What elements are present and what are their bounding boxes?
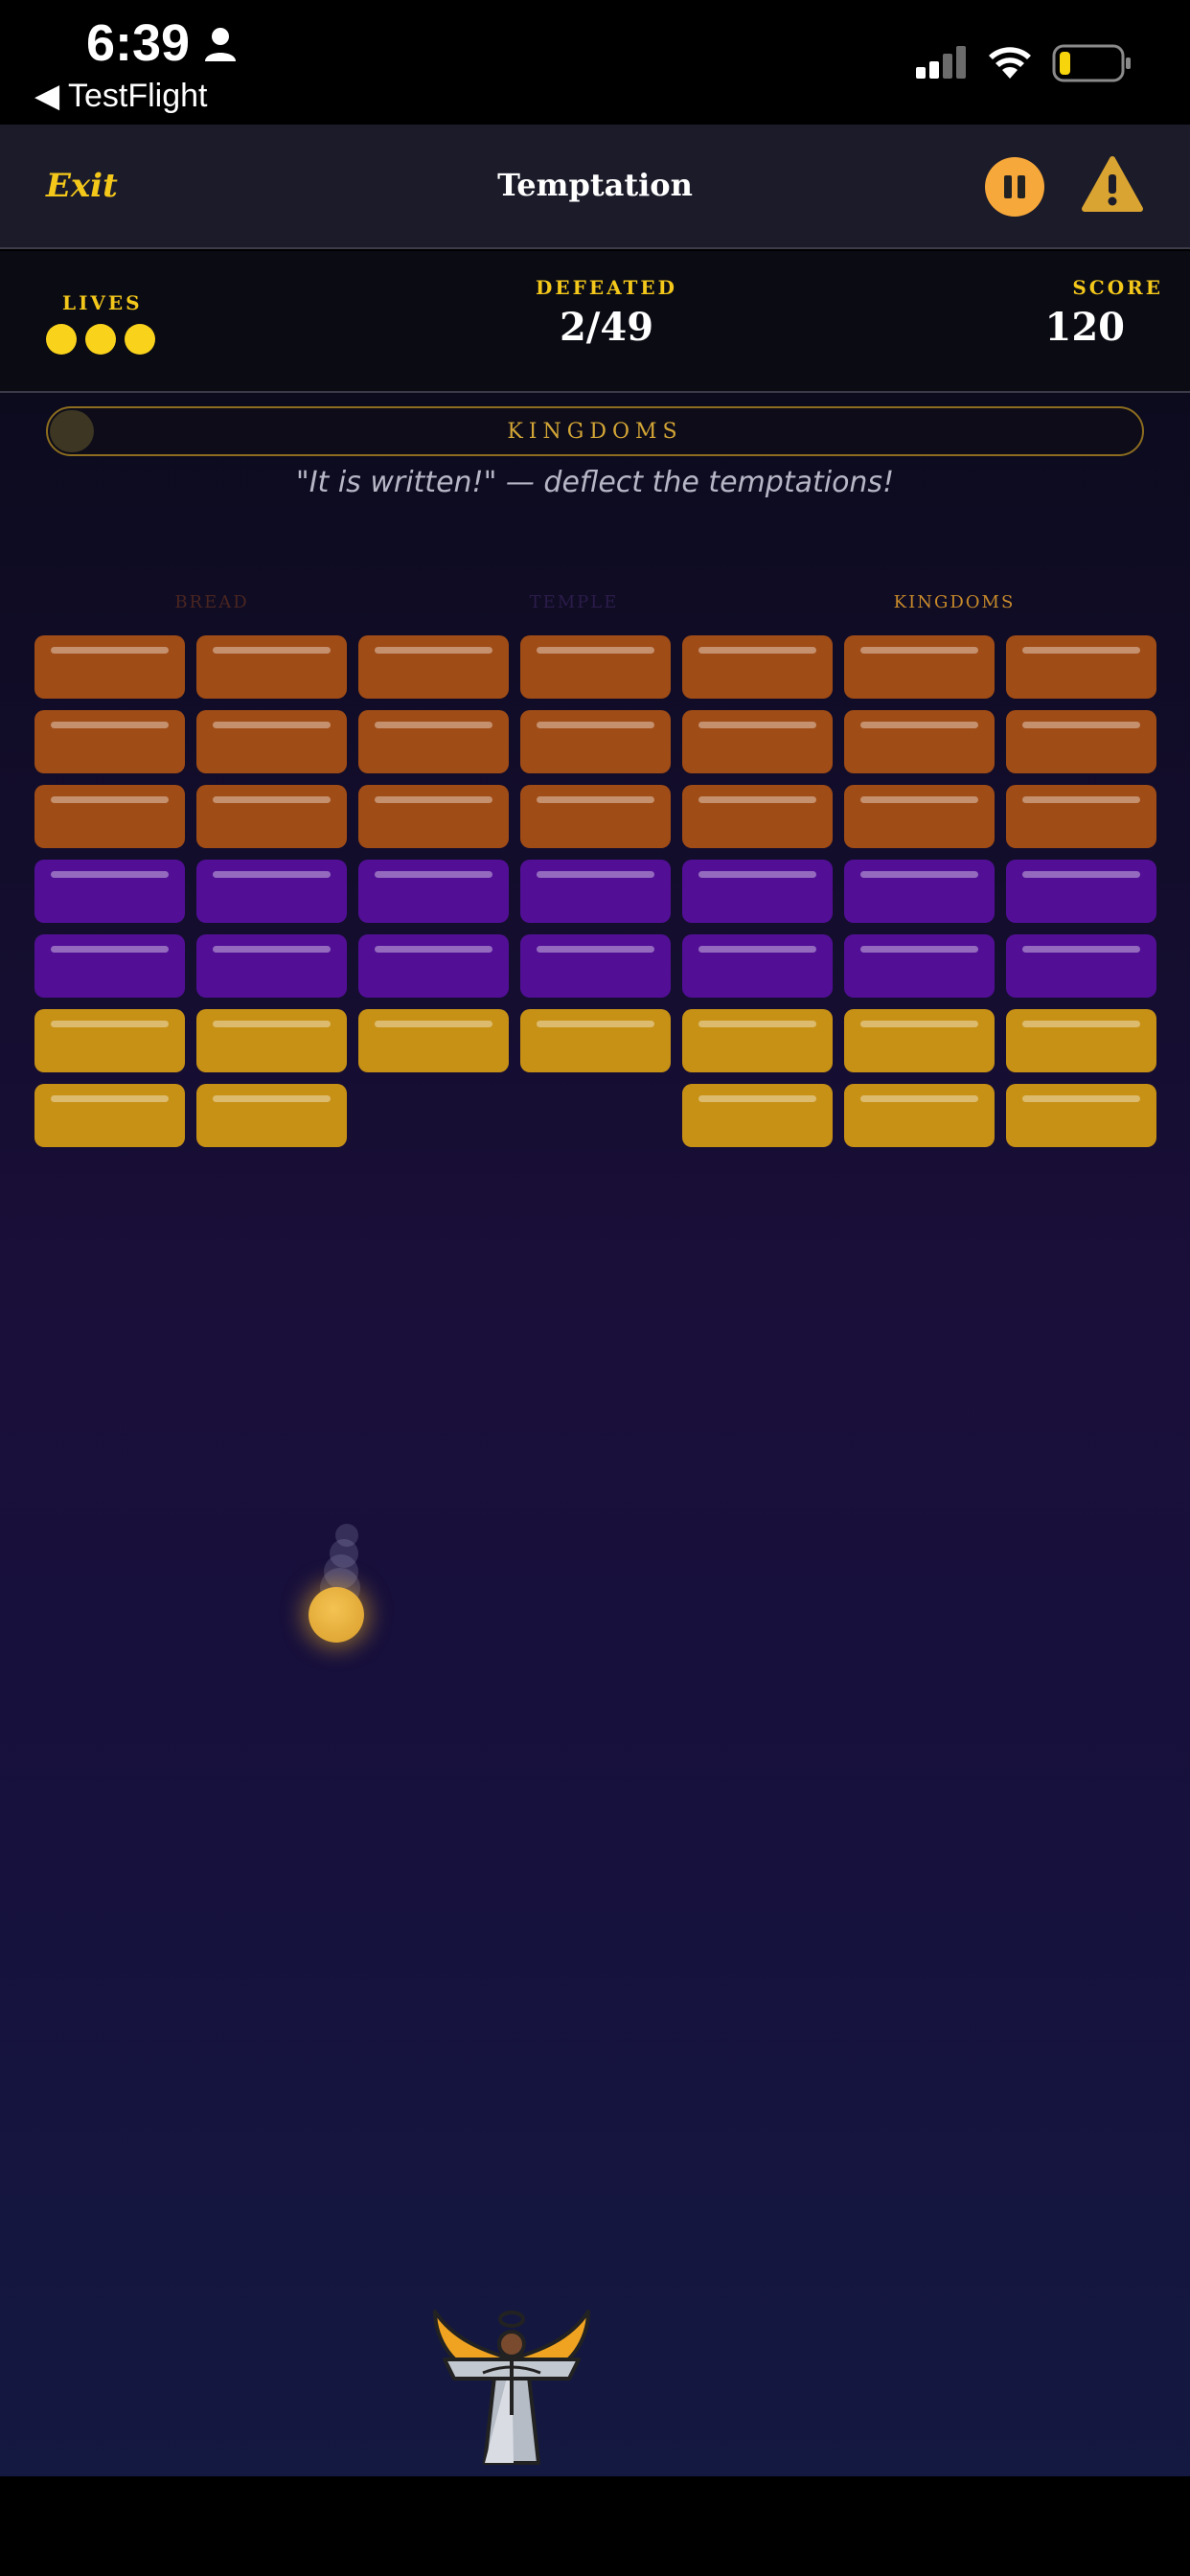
brick-orange — [358, 635, 509, 699]
brick-gold — [844, 1084, 995, 1147]
brick-purple — [844, 934, 995, 998]
brick-gold — [682, 1009, 833, 1072]
brick-grid — [0, 393, 1190, 1255]
brick-purple — [682, 934, 833, 998]
brick-purple — [34, 860, 185, 923]
battery-low-icon — [1052, 44, 1131, 82]
brick-gold — [196, 1084, 347, 1147]
warning-icon[interactable] — [1081, 153, 1144, 217]
brick-gold — [358, 1009, 509, 1072]
brick-gold — [1006, 1009, 1156, 1072]
wifi-icon — [989, 47, 1031, 79]
back-app-label: TestFlight — [68, 78, 208, 114]
brick-purple — [520, 860, 671, 923]
brick-orange — [196, 710, 347, 773]
status-time: 6:39 — [86, 14, 191, 72]
brick-purple — [682, 860, 833, 923]
brick-gold — [682, 1084, 833, 1147]
brick-orange — [844, 710, 995, 773]
score-value: 120 — [1044, 305, 1126, 350]
brick-orange — [358, 785, 509, 848]
brick-gold — [34, 1009, 185, 1072]
brick-orange — [520, 635, 671, 699]
brick-orange — [844, 785, 995, 848]
brick-orange — [844, 635, 995, 699]
status-bar: 6:39 ◀ TestFlight — [0, 0, 1190, 125]
brick-purple — [196, 860, 347, 923]
brick-purple — [1006, 860, 1156, 923]
brick-purple — [1006, 934, 1156, 998]
back-to-testflight-link[interactable]: ◀ TestFlight — [34, 77, 208, 115]
brick-purple — [34, 934, 185, 998]
brick-orange — [358, 710, 509, 773]
playfield[interactable]: KINGDOMS "It is written!" — deflect the … — [0, 393, 1190, 2476]
brick-purple — [196, 934, 347, 998]
pause-button[interactable] — [985, 157, 1044, 217]
brick-gold — [34, 1084, 185, 1147]
brick-orange — [682, 785, 833, 848]
cellular-signal-icon — [916, 46, 966, 79]
game-header: Exit Temptation — [0, 125, 1190, 249]
defeated-value: 2/49 — [559, 305, 654, 350]
brick-orange — [196, 785, 347, 848]
brick-orange — [1006, 710, 1156, 773]
brick-orange — [34, 710, 185, 773]
brick-gold — [520, 1009, 671, 1072]
brick-purple — [844, 860, 995, 923]
brick-orange — [1006, 635, 1156, 699]
brick-orange — [682, 635, 833, 699]
stats-bar: LIVES DEFEATED 2/49 SCORE 120 — [0, 251, 1190, 393]
brick-gold — [844, 1009, 995, 1072]
angel-paddle-icon[interactable] — [425, 2302, 598, 2471]
brick-orange — [520, 710, 671, 773]
ball-icon — [309, 1587, 364, 1643]
score-label: SCORE — [1072, 276, 1163, 299]
brick-orange — [520, 785, 671, 848]
person-icon — [205, 28, 236, 61]
brick-purple — [358, 934, 509, 998]
brick-gold — [1006, 1084, 1156, 1147]
brick-orange — [682, 710, 833, 773]
defeated-label: DEFEATED — [536, 276, 677, 299]
brick-purple — [358, 860, 509, 923]
brick-orange — [1006, 785, 1156, 848]
back-arrow-icon: ◀ — [34, 78, 60, 114]
brick-orange — [34, 635, 185, 699]
brick-orange — [196, 635, 347, 699]
brick-orange — [34, 785, 185, 848]
brick-gold — [196, 1009, 347, 1072]
brick-purple — [520, 934, 671, 998]
home-indicator-area — [0, 2476, 1190, 2576]
